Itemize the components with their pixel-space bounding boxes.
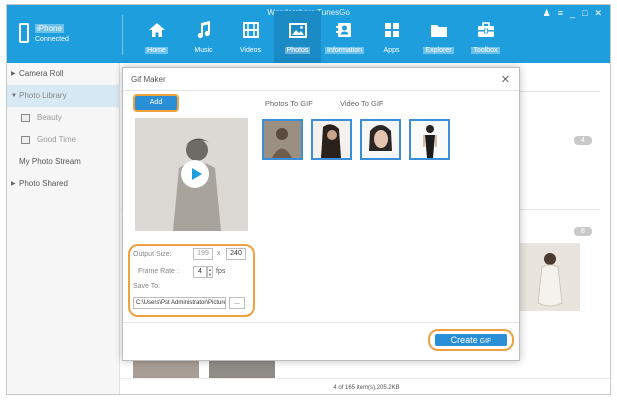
sidebar-item-good-time[interactable]: Good Time bbox=[7, 129, 119, 151]
folder-icon bbox=[430, 19, 448, 41]
frame-rate-input[interactable]: 4 bbox=[193, 266, 207, 278]
nav-toolbox[interactable]: Toolbox bbox=[462, 11, 509, 63]
create-gif-button[interactable]: Create GIF bbox=[435, 334, 507, 346]
nav-apps-label: Apps bbox=[383, 47, 400, 54]
sidebar-item-beauty[interactable]: Beauty bbox=[7, 107, 119, 129]
device-panel[interactable]: iPhone Connected bbox=[19, 21, 114, 51]
sidebar: ▶ Camera Roll ▼ Photo Library Beauty Goo… bbox=[7, 63, 120, 394]
divider bbox=[123, 322, 519, 323]
selected-photo-2[interactable] bbox=[311, 119, 352, 160]
photo-icon bbox=[288, 19, 307, 41]
expand-arrow-icon[interactable]: ▶ bbox=[11, 63, 16, 85]
nav-videos-label: Videos bbox=[239, 47, 262, 54]
fps-unit: fps bbox=[216, 268, 226, 275]
minimize-icon[interactable]: _ bbox=[570, 8, 575, 19]
height-input[interactable]: 240 bbox=[226, 248, 246, 260]
device-name: iPhone bbox=[35, 24, 64, 33]
nav-photos-label: Photos bbox=[284, 47, 311, 54]
divider bbox=[122, 15, 123, 55]
tab-video-to-gif[interactable]: Video To GIF bbox=[340, 99, 384, 108]
expand-arrow-icon[interactable]: ▶ bbox=[11, 173, 16, 195]
gif-settings-panel: Output Size: 199 x 240 Frame Rate : 4 ▲ … bbox=[128, 244, 255, 317]
gif-preview bbox=[135, 118, 248, 231]
album-icon bbox=[21, 136, 30, 144]
device-status: Connected bbox=[35, 36, 69, 43]
window-controls: ♟ ≡ _ □ ✕ bbox=[543, 8, 602, 19]
browse-button[interactable]: ... bbox=[229, 297, 245, 309]
create-label: Create bbox=[450, 335, 478, 345]
app-window: Wondershare TunesGo ♟ ≡ _ □ ✕ iPhone Con… bbox=[6, 4, 611, 395]
gif-maker-dialog: Gif Maker ✕ Add Photos To GIF Video To G… bbox=[122, 67, 520, 361]
frame-rate-label: Frame Rate : bbox=[138, 268, 179, 275]
photo-thumbnail[interactable] bbox=[520, 243, 580, 311]
dialog-title: Gif Maker bbox=[131, 75, 166, 84]
close-icon[interactable]: ✕ bbox=[594, 8, 602, 19]
save-path-input[interactable]: C:\Users\Pst Administrator\Pictures\ bbox=[133, 297, 226, 309]
selected-photo-1[interactable] bbox=[262, 119, 303, 160]
music-icon bbox=[196, 19, 212, 41]
nav-toolbox-label: Toolbox bbox=[471, 47, 500, 54]
nav-home[interactable]: Home bbox=[133, 11, 180, 63]
stepper-down-icon[interactable]: ▼ bbox=[208, 272, 212, 277]
count-badge: 8 bbox=[574, 227, 592, 236]
user-icon[interactable]: ♟ bbox=[543, 8, 551, 19]
nav-explorer[interactable]: Explorer bbox=[415, 11, 462, 63]
close-icon[interactable]: ✕ bbox=[501, 73, 510, 86]
nav-photos[interactable]: Photos bbox=[274, 11, 321, 63]
sidebar-item-photo-library[interactable]: ▼ Photo Library bbox=[7, 85, 119, 107]
selected-photo-4[interactable] bbox=[409, 119, 450, 160]
width-input[interactable]: 199 bbox=[193, 248, 213, 260]
sidebar-item-label: Camera Roll bbox=[19, 69, 64, 78]
count-badge: 4 bbox=[574, 136, 592, 145]
save-to-label: Save To: bbox=[133, 283, 161, 290]
size-separator: x bbox=[217, 250, 221, 257]
status-bar: 4 of 165 item(s),205.2KB bbox=[121, 378, 610, 394]
phone-icon bbox=[19, 23, 29, 43]
collapse-arrow-icon[interactable]: ▼ bbox=[11, 85, 17, 107]
video-icon bbox=[242, 19, 259, 41]
home-icon bbox=[148, 19, 166, 41]
sidebar-item-photo-shared[interactable]: ▶ Photo Shared bbox=[7, 173, 119, 195]
output-size-label: Output Size: bbox=[133, 251, 172, 258]
nav-music-label: Music bbox=[194, 47, 213, 54]
contacts-icon bbox=[336, 19, 353, 41]
main-nav: Home Music Videos Photos Information App… bbox=[133, 11, 509, 63]
sidebar-item-label: Photo Shared bbox=[19, 179, 68, 188]
nav-home-label: Home bbox=[145, 47, 168, 54]
sidebar-item-label: Photo Library bbox=[19, 91, 67, 100]
sidebar-item-my-photo-stream[interactable]: My Photo Stream bbox=[7, 151, 119, 173]
divider bbox=[123, 90, 519, 91]
sidebar-item-label: Good Time bbox=[37, 135, 77, 144]
nav-explorer-label: Explorer bbox=[423, 47, 454, 54]
tab-photos-to-gif[interactable]: Photos To GIF bbox=[265, 99, 313, 108]
add-button[interactable]: Add bbox=[135, 96, 177, 110]
album-icon bbox=[21, 114, 30, 122]
sidebar-item-label: My Photo Stream bbox=[19, 157, 81, 166]
create-gif-highlight: Create GIF bbox=[428, 329, 514, 351]
sidebar-item-label: Beauty bbox=[37, 113, 62, 122]
nav-videos[interactable]: Videos bbox=[227, 11, 274, 63]
menu-icon[interactable]: ≡ bbox=[558, 8, 563, 19]
sidebar-item-camera-roll[interactable]: ▶ Camera Roll bbox=[7, 63, 119, 85]
toolbox-icon bbox=[477, 19, 495, 41]
nav-information-label: Information bbox=[324, 47, 365, 54]
frame-rate-stepper[interactable]: ▲ ▼ bbox=[207, 266, 213, 278]
gif-label: GIF bbox=[479, 338, 492, 345]
nav-music[interactable]: Music bbox=[180, 11, 227, 63]
selected-photo-3[interactable] bbox=[360, 119, 401, 160]
nav-information[interactable]: Information bbox=[321, 11, 368, 63]
nav-apps[interactable]: Apps bbox=[368, 11, 415, 63]
play-button[interactable] bbox=[181, 160, 209, 188]
apps-icon bbox=[384, 19, 400, 41]
maximize-icon[interactable]: □ bbox=[582, 8, 587, 19]
top-bar: Wondershare TunesGo ♟ ≡ _ □ ✕ iPhone Con… bbox=[7, 5, 610, 63]
